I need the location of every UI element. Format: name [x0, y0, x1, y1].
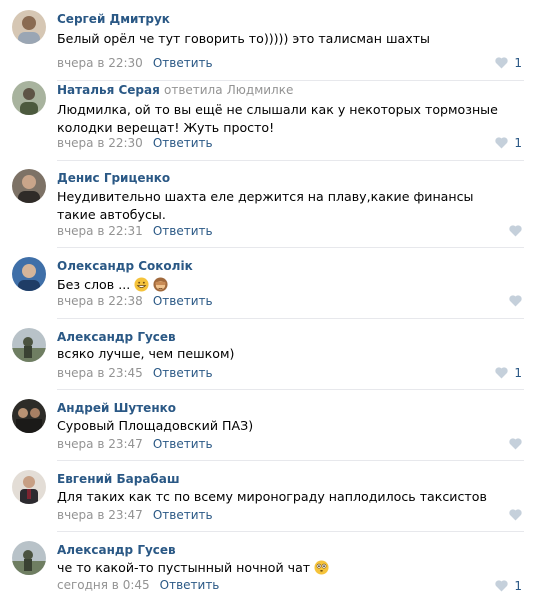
reply-button[interactable]: Ответить: [160, 578, 220, 592]
like-count: 1: [514, 366, 522, 380]
comment-time[interactable]: вчера в 22:38: [57, 294, 143, 308]
avatar[interactable]: [12, 81, 46, 115]
heart-icon: [495, 57, 509, 69]
comment-author: Наталья Серая ответила Людмилке: [57, 83, 293, 97]
heart-icon: [509, 509, 522, 521]
flushed-emoji: [314, 560, 329, 575]
comment-author[interactable]: Сергей Дмитрук: [57, 12, 170, 26]
comment-meta: вчера в 23:47 Ответить: [57, 437, 213, 451]
like-button[interactable]: 1: [495, 366, 522, 380]
reply-target[interactable]: Людмилке: [227, 83, 294, 97]
like-button[interactable]: 1: [495, 579, 522, 593]
heart-icon: [495, 580, 509, 592]
avatar[interactable]: [12, 257, 46, 291]
comment-meta: вчера в 22:31 Ответить: [57, 224, 213, 238]
like-button[interactable]: [509, 225, 522, 237]
comment-text-content: Без слов ...: [57, 277, 131, 292]
comment-time[interactable]: вчера в 23:47: [57, 508, 143, 522]
like-count: 1: [514, 56, 522, 70]
heart-icon: [509, 438, 522, 450]
comment-text: Суровый Площадовский ПАЗ): [57, 418, 254, 433]
avatar[interactable]: [12, 541, 46, 575]
heart-icon: [495, 137, 509, 149]
author-name[interactable]: Сергей Дмитрук: [57, 12, 170, 26]
author-name[interactable]: Денис Гриценко: [57, 171, 170, 185]
comment-time[interactable]: вчера в 23:47: [57, 437, 143, 451]
like-button[interactable]: [509, 295, 522, 307]
comment-text: Неудивительно шахта еле держится на плав…: [57, 189, 474, 222]
author-name[interactable]: Наталья Серая: [57, 83, 160, 97]
avatar[interactable]: [12, 10, 46, 44]
avatar[interactable]: [12, 399, 46, 433]
avatar[interactable]: [12, 328, 46, 362]
comment-text-content: че то какой-то пустынный ночной чат: [57, 560, 311, 575]
comment-meta: вчера в 23:47 Ответить: [57, 508, 213, 522]
like-button[interactable]: [509, 438, 522, 450]
like-button[interactable]: [509, 509, 522, 521]
comment-time[interactable]: вчера в 23:45: [57, 366, 143, 380]
comment-text: Людмилка, ой то вы ещё не слышали как у …: [57, 102, 498, 135]
see-no-evil-monkey-emoji: [153, 277, 168, 292]
comment-author: Александр Гусев: [57, 543, 176, 557]
like-button[interactable]: 1: [495, 56, 522, 70]
reply-button[interactable]: Ответить: [153, 224, 213, 238]
comment-text: Белый орёл че тут говорить то))))) это т…: [57, 31, 430, 46]
separator: [57, 247, 524, 248]
avatar[interactable]: [12, 169, 46, 203]
reply-button[interactable]: Ответить: [153, 366, 213, 380]
author-name[interactable]: Александр Гусев: [57, 330, 176, 344]
reply-button[interactable]: Ответить: [153, 437, 213, 451]
comment-meta: сегодня в 0:45 Ответить: [57, 578, 219, 592]
comment-author: Андрей Шутенко: [57, 401, 176, 415]
avatar[interactable]: [12, 470, 46, 504]
author-name[interactable]: Александр Гусев: [57, 543, 176, 557]
comment-author: Олександр Соколік: [57, 259, 193, 273]
comment-meta: вчера в 22:30 Ответить: [57, 136, 213, 150]
reply-prefix: ответила: [163, 83, 223, 97]
separator: [57, 531, 524, 532]
comment-text: Для таких как тс по всему мироноградy на…: [57, 489, 487, 504]
comment-time[interactable]: вчера в 22:30: [57, 136, 143, 150]
comment-time[interactable]: вчера в 22:30: [57, 56, 143, 70]
comment-time[interactable]: сегодня в 0:45: [57, 578, 150, 592]
heart-icon: [509, 225, 522, 237]
like-button[interactable]: 1: [495, 136, 522, 150]
author-name[interactable]: Олександр Соколік: [57, 259, 193, 273]
comment-meta: вчера в 22:30 Ответить: [57, 56, 213, 70]
comment-meta: вчера в 23:45 Ответить: [57, 366, 213, 380]
reply-button[interactable]: Ответить: [153, 56, 213, 70]
heart-icon: [495, 367, 509, 379]
comment-text: че то какой-то пустынный ночной чат: [57, 559, 507, 577]
comment-author: Денис Гриценко: [57, 171, 170, 185]
separator: [57, 460, 524, 461]
reply-button[interactable]: Ответить: [153, 508, 213, 522]
comment-author: Александр Гусев: [57, 330, 176, 344]
comment-meta: вчера в 22:38 Ответить: [57, 294, 213, 308]
comment-time[interactable]: вчера в 22:31: [57, 224, 143, 238]
reply-button[interactable]: Ответить: [153, 294, 213, 308]
comment-author: Евгений Барабаш: [57, 472, 180, 486]
author-name[interactable]: Андрей Шутенко: [57, 401, 176, 415]
like-count: 1: [514, 579, 522, 593]
grin-emoji: [134, 277, 149, 292]
heart-icon: [509, 295, 522, 307]
comment-text: Без слов ...: [57, 276, 507, 294]
separator: [57, 389, 524, 390]
separator: [57, 80, 524, 81]
like-count: 1: [514, 136, 522, 150]
comment-text: всяко лучше, чем пешком): [57, 346, 235, 361]
separator: [57, 160, 524, 161]
reply-button[interactable]: Ответить: [153, 136, 213, 150]
author-name[interactable]: Евгений Барабаш: [57, 472, 180, 486]
separator: [57, 318, 524, 319]
